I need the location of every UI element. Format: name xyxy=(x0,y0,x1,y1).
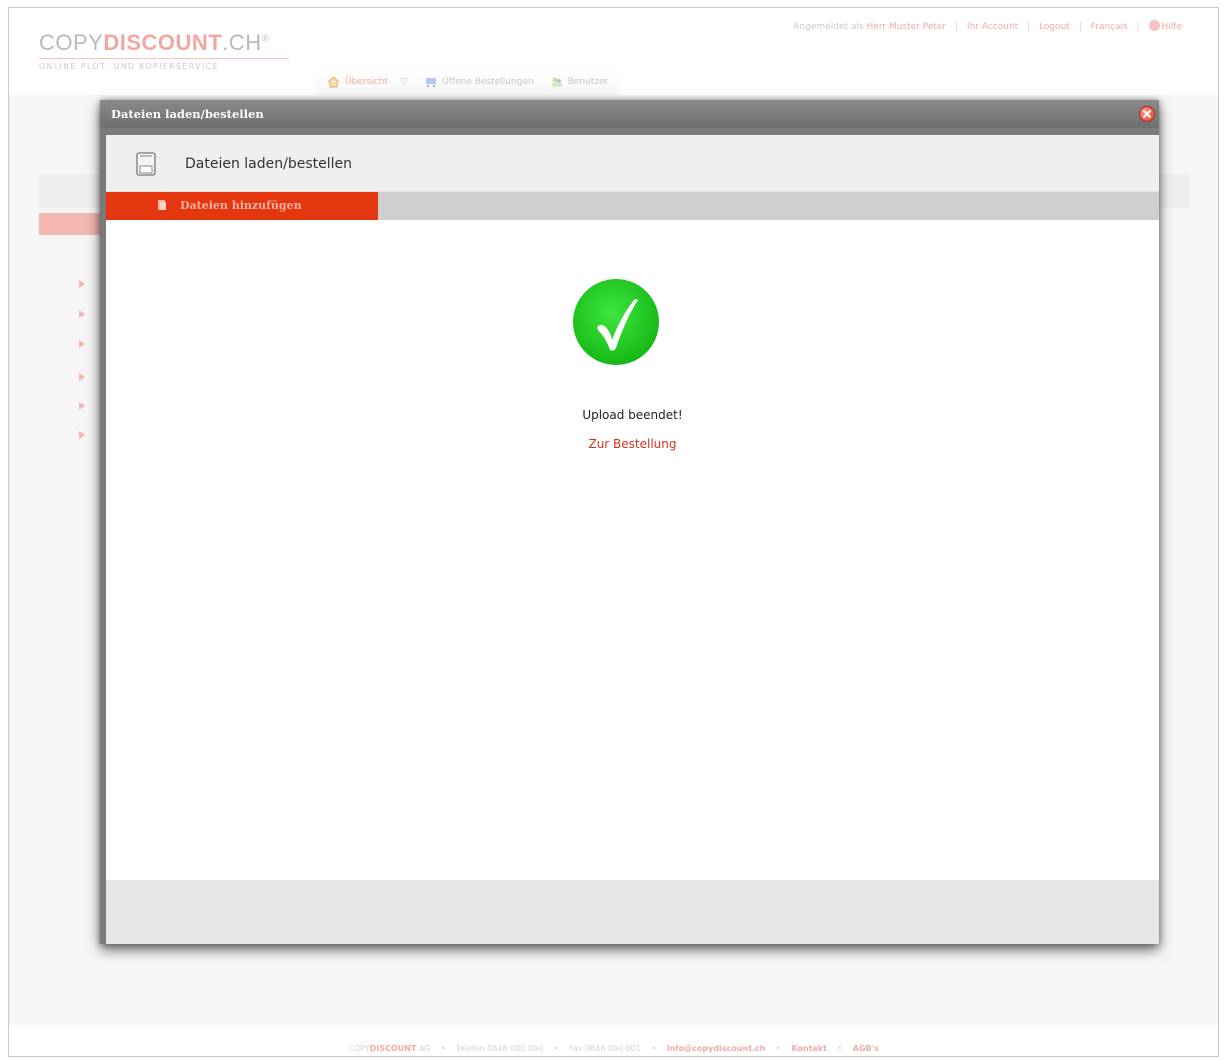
logout-link[interactable]: Logout xyxy=(1039,22,1070,32)
users-icon xyxy=(551,77,562,87)
row-arrow-icon xyxy=(79,310,85,318)
modal-title: Dateien laden/bestellen xyxy=(111,107,264,121)
house-icon xyxy=(327,76,340,88)
upload-modal: Dateien laden/bestellen Dateien laden/be… xyxy=(100,100,1159,944)
row-arrow-icon xyxy=(79,280,85,288)
close-icon[interactable] xyxy=(1139,106,1155,122)
cart-icon xyxy=(425,78,436,88)
user-name-link[interactable]: Herr Muster Peter xyxy=(867,22,947,32)
footer-fax: Fax 0848 000 001 xyxy=(568,1044,641,1053)
nav-filter-icon[interactable]: ▽ xyxy=(401,77,408,87)
add-file-icon xyxy=(158,200,166,210)
modal-header: Dateien laden/bestellen xyxy=(106,135,1159,192)
row-arrow-icon xyxy=(79,373,85,381)
footer: COPYDISCOUNT AG • Telefon 0848 000 000 •… xyxy=(348,1044,879,1053)
row-arrow-icon xyxy=(79,402,85,410)
footer-phone: Telefon 0848 000 000 xyxy=(456,1044,544,1053)
language-link[interactable]: Français xyxy=(1091,22,1128,32)
main-nav: Übersicht ▽ Offene Bestellungen Benutzer xyxy=(315,68,621,97)
nav-item-overview[interactable]: Übersicht ▽ xyxy=(327,76,408,88)
footer-contact-link[interactable]: Kontakt xyxy=(791,1044,827,1053)
help-icon[interactable] xyxy=(1148,20,1160,31)
modal-titlebar[interactable]: Dateien laden/bestellen xyxy=(100,100,1159,128)
top-links: Angemeldet als Herr Muster Peter | Ihr A… xyxy=(793,20,1182,32)
modal-body: Dateien laden/bestellen Dateien hinzufüg… xyxy=(106,135,1159,944)
modal-header-title: Dateien laden/bestellen xyxy=(185,156,353,172)
to-order-link[interactable]: Zur Bestellung xyxy=(588,437,676,451)
checkmark-circle-icon xyxy=(573,279,659,365)
row-arrow-icon xyxy=(79,431,85,439)
floppy-disk-icon xyxy=(136,152,156,176)
upload-result-panel: Upload beendet! Zur Bestellung xyxy=(106,220,1159,880)
upload-status-text: Upload beendet! xyxy=(582,408,683,422)
modal-tabbar: Dateien hinzufügen xyxy=(106,192,1159,220)
footer-email-link[interactable]: info@copydiscount.ch xyxy=(667,1044,766,1053)
nav-item-users[interactable]: Benutzer xyxy=(550,76,608,88)
modal-footer xyxy=(106,880,1159,944)
logo[interactable]: COPYDISCOUNT.CH® ONLINE PLOT- UND KOPIER… xyxy=(39,30,289,71)
help-link[interactable]: Hilfe xyxy=(1162,22,1182,32)
row-arrow-icon xyxy=(79,340,85,348)
logged-in-label: Angemeldet als xyxy=(793,22,864,32)
account-link[interactable]: Ihr Account xyxy=(967,22,1018,32)
nav-item-open-orders[interactable]: Offene Bestellungen xyxy=(424,76,534,88)
footer-terms-link[interactable]: AGB's xyxy=(853,1044,879,1053)
logo-tagline: ONLINE PLOT- UND KOPIERSERVICE xyxy=(39,58,289,71)
tab-add-files[interactable]: Dateien hinzufügen xyxy=(106,192,378,220)
